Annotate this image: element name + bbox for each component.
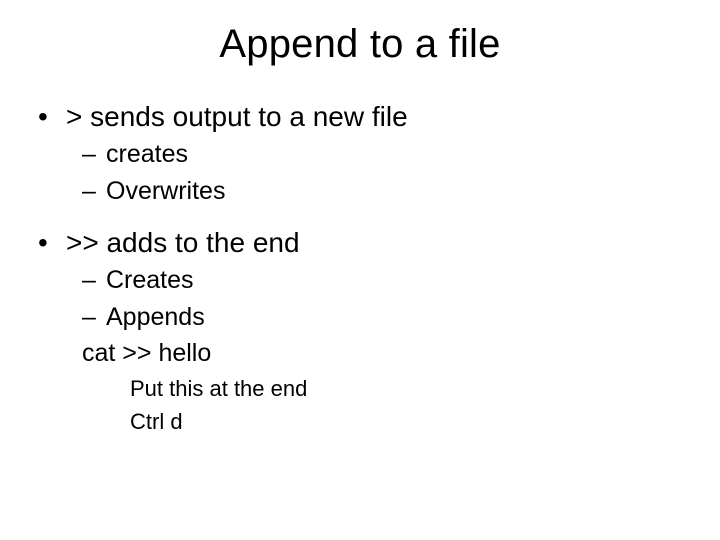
bullet-item: > sends output to a new file xyxy=(38,99,682,134)
bullet-item: >> adds to the end xyxy=(38,225,682,260)
sub-line-item: cat >> hello xyxy=(38,337,682,370)
subsub-line-item: Put this at the end xyxy=(38,374,682,404)
sub-bullet-item: Overwrites xyxy=(38,175,682,208)
slide-title: Append to a file xyxy=(0,0,720,81)
sub-bullet-item: Appends xyxy=(38,301,682,334)
sub-bullet-item: Creates xyxy=(38,264,682,297)
subsub-line-item: Ctrl d xyxy=(38,407,682,437)
slide-body: > sends output to a new file creates Ove… xyxy=(0,99,720,437)
sub-bullet-item: creates xyxy=(38,138,682,171)
slide: Append to a file > sends output to a new… xyxy=(0,0,720,540)
